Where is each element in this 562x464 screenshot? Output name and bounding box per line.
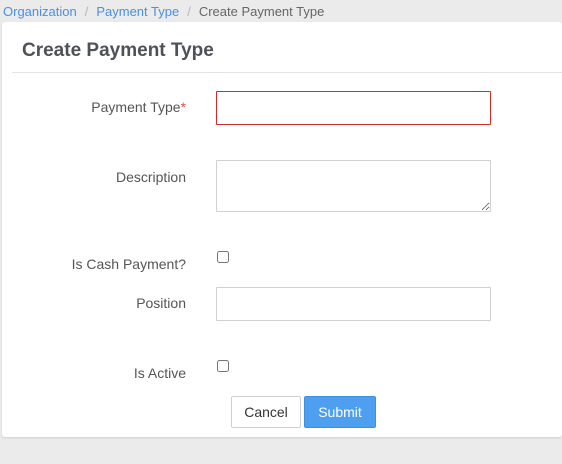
is-cash-payment-label: Is Cash Payment? (71, 256, 186, 272)
breadcrumb-current: Create Payment Type (198, 3, 325, 19)
submit-button[interactable]: Submit (304, 396, 376, 428)
description-label: Description (115, 169, 186, 185)
page-title: Create Payment Type (22, 40, 214, 61)
payment-type-input[interactable] (216, 91, 491, 125)
description-textarea[interactable] (216, 160, 491, 212)
is-active-label: Is Active (133, 365, 186, 381)
payment-type-label: Payment Type* (2, 99, 186, 115)
breadcrumb-link-payment-type[interactable]: Payment Type (96, 4, 179, 19)
is-cash-payment-checkbox[interactable] (217, 251, 229, 263)
breadcrumb-link-organization[interactable]: Organization (3, 4, 77, 19)
position-input[interactable] (216, 287, 491, 321)
payment-type-label-text: Payment Type (91, 99, 181, 115)
cancel-button[interactable]: Cancel (231, 396, 301, 428)
is-active-checkbox[interactable] (217, 360, 229, 372)
required-marker: * (180, 99, 186, 115)
breadcrumb-separator: / (84, 3, 89, 19)
title-divider (12, 72, 562, 73)
position-label: Position (136, 295, 186, 311)
breadcrumb-separator: / (187, 3, 191, 19)
breadcrumb: Organization / Payment Type / Create Pay… (0, 0, 324, 22)
form-card: Create Payment Type Payment Type* Descri… (2, 22, 562, 437)
